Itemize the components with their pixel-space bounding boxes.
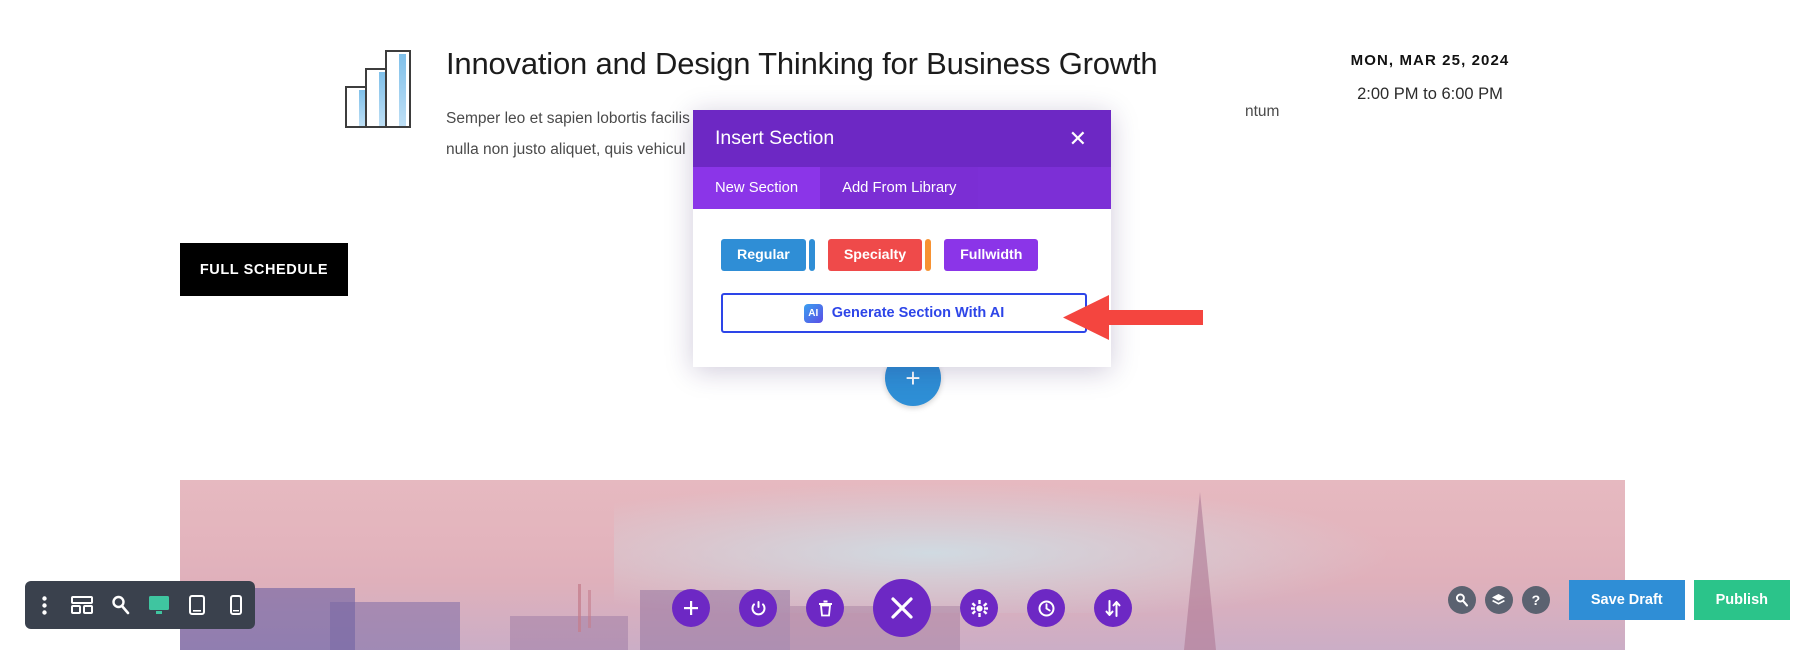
more-options-icon[interactable]: [33, 594, 55, 616]
specialty-accent-bar: [925, 239, 932, 271]
red-arrow-annotation: [1063, 295, 1203, 340]
antenna-b: [588, 590, 591, 628]
modal-body: Regular Specialty Fullwidth AI Generate …: [693, 209, 1111, 367]
fullwidth-section-button[interactable]: Fullwidth: [944, 239, 1039, 271]
modal-tabs: New Section Add From Library: [693, 167, 1111, 209]
sort-icon[interactable]: [1094, 589, 1132, 627]
builder-left-toolbar: [25, 581, 255, 629]
history-icon[interactable]: [1027, 589, 1065, 627]
close-icon[interactable]: ✕: [1067, 127, 1089, 150]
regular-accent-bar: [808, 239, 815, 271]
power-icon[interactable]: [739, 589, 777, 627]
tab-new-section[interactable]: New Section: [693, 167, 821, 209]
bar-chart-icon: [345, 50, 411, 128]
builder-center-toolbar: [672, 578, 1132, 638]
event-description-tail: ntum: [1245, 103, 1280, 120]
save-draft-button[interactable]: Save Draft: [1568, 580, 1685, 620]
builder-right-toolbar: ? Save Draft Publish: [1447, 580, 1790, 620]
full-schedule-button[interactable]: FULL SCHEDULE: [180, 243, 348, 296]
section-type-row: Regular Specialty Fullwidth: [721, 239, 1083, 271]
wireframe-icon[interactable]: [71, 594, 94, 616]
desktop-icon[interactable]: [148, 594, 170, 616]
plus-icon: +: [905, 363, 921, 393]
layers-icon[interactable]: [1484, 586, 1513, 614]
antenna-a: [578, 584, 581, 632]
search-icon[interactable]: [1447, 586, 1476, 614]
event-title: Innovation and Design Thinking for Busin…: [446, 46, 1158, 81]
building-b: [330, 602, 460, 650]
generate-section-with-ai-button[interactable]: AI Generate Section With AI: [721, 293, 1087, 333]
tab-add-from-library[interactable]: Add From Library: [820, 167, 979, 209]
gear-icon[interactable]: [960, 589, 998, 627]
trash-icon[interactable]: [806, 589, 844, 627]
tablet-icon[interactable]: [186, 594, 208, 616]
publish-button[interactable]: Publish: [1693, 580, 1790, 620]
building-c: [510, 616, 628, 650]
phone-icon[interactable]: [225, 594, 247, 616]
add-icon[interactable]: [672, 589, 710, 627]
search-icon[interactable]: [110, 594, 132, 616]
event-time: 2:00 PM to 6:00 PM: [1357, 85, 1503, 103]
event-date: MON, MAR 25, 2024: [1350, 52, 1510, 69]
modal-title: Insert Section: [715, 127, 835, 149]
modal-header: Insert Section ✕: [693, 110, 1111, 167]
help-icon[interactable]: ?: [1521, 586, 1550, 614]
regular-section-button[interactable]: Regular: [721, 239, 806, 271]
ai-sparkle-icon: AI: [803, 303, 823, 323]
builder-canvas: Innovation and Design Thinking for Busin…: [0, 0, 1800, 650]
specialty-section-button[interactable]: Specialty: [827, 239, 923, 271]
generate-section-with-ai-label: Generate Section With AI: [831, 305, 1005, 321]
close-icon[interactable]: [873, 579, 931, 637]
insert-section-modal: Insert Section ✕ New Section Add From Li…: [693, 110, 1111, 367]
pyramid-tower: [1184, 492, 1217, 650]
